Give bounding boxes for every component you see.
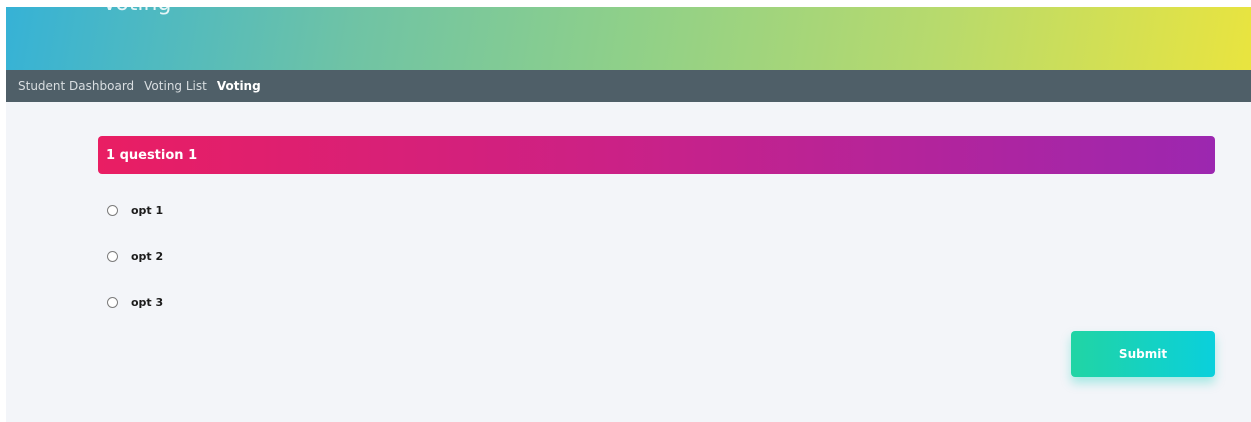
option-2-radio[interactable] <box>107 251 118 262</box>
voting-content: 1 question 1 opt 1 opt 2 opt 3 Submit <box>6 102 1251 422</box>
nav-item-voting-list[interactable]: Voting List <box>144 79 207 93</box>
page: Voting Student Dashboard Voting List Vot… <box>0 0 1251 422</box>
nav-item-voting[interactable]: Voting <box>217 79 261 93</box>
question-header: 1 question 1 <box>98 136 1215 174</box>
breadcrumb-nav: Student Dashboard Voting List Voting <box>6 70 1251 102</box>
header-banner: Voting <box>6 7 1251 70</box>
page-title: Voting <box>102 7 171 16</box>
option-2-label[interactable]: opt 2 <box>131 250 163 263</box>
option-3-label[interactable]: opt 3 <box>131 296 163 309</box>
submit-button[interactable]: Submit <box>1071 331 1215 377</box>
option-row-1[interactable]: opt 1 <box>107 204 163 217</box>
option-1-label[interactable]: opt 1 <box>131 204 163 217</box>
option-3-radio[interactable] <box>107 297 118 308</box>
question-title: 1 question 1 <box>106 147 198 163</box>
option-row-2[interactable]: opt 2 <box>107 250 163 263</box>
option-row-3[interactable]: opt 3 <box>107 296 163 309</box>
nav-item-student-dashboard[interactable]: Student Dashboard <box>18 79 134 93</box>
option-1-radio[interactable] <box>107 205 118 216</box>
